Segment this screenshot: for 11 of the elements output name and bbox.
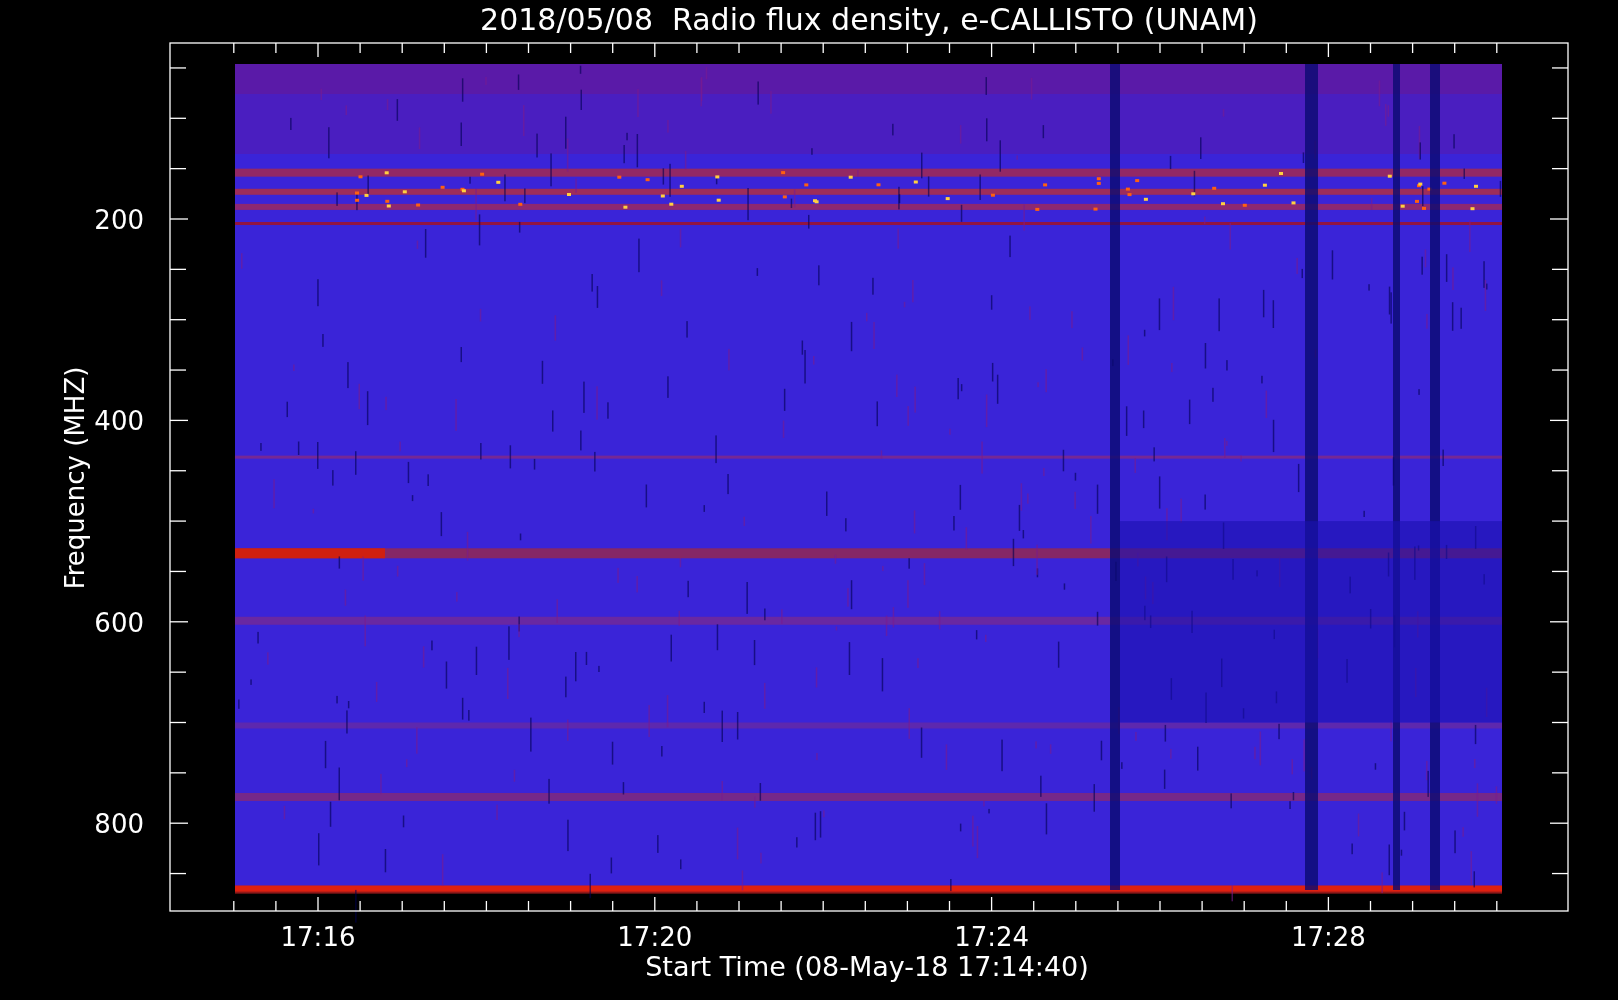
chart-title: 2018/05/08 Radio flux density, e-CALLISTO (UNAM): [480, 2, 1258, 37]
y-tick-label: 600: [94, 607, 144, 638]
x-tick-label: 17:28: [1290, 922, 1366, 952]
y-axis-label: Frequency (MHZ): [60, 366, 90, 590]
x-axis-label: Start Time (08-May-18 17:14:40): [645, 951, 1089, 982]
y-tick-label: 400: [94, 406, 144, 437]
x-tick-label: 17:24: [954, 922, 1030, 952]
y-tick-label: 800: [94, 809, 144, 840]
x-tick-label: 17:16: [280, 922, 356, 952]
x-tick-label: 17:20: [617, 922, 693, 952]
y-tick-label: 200: [94, 205, 144, 235]
